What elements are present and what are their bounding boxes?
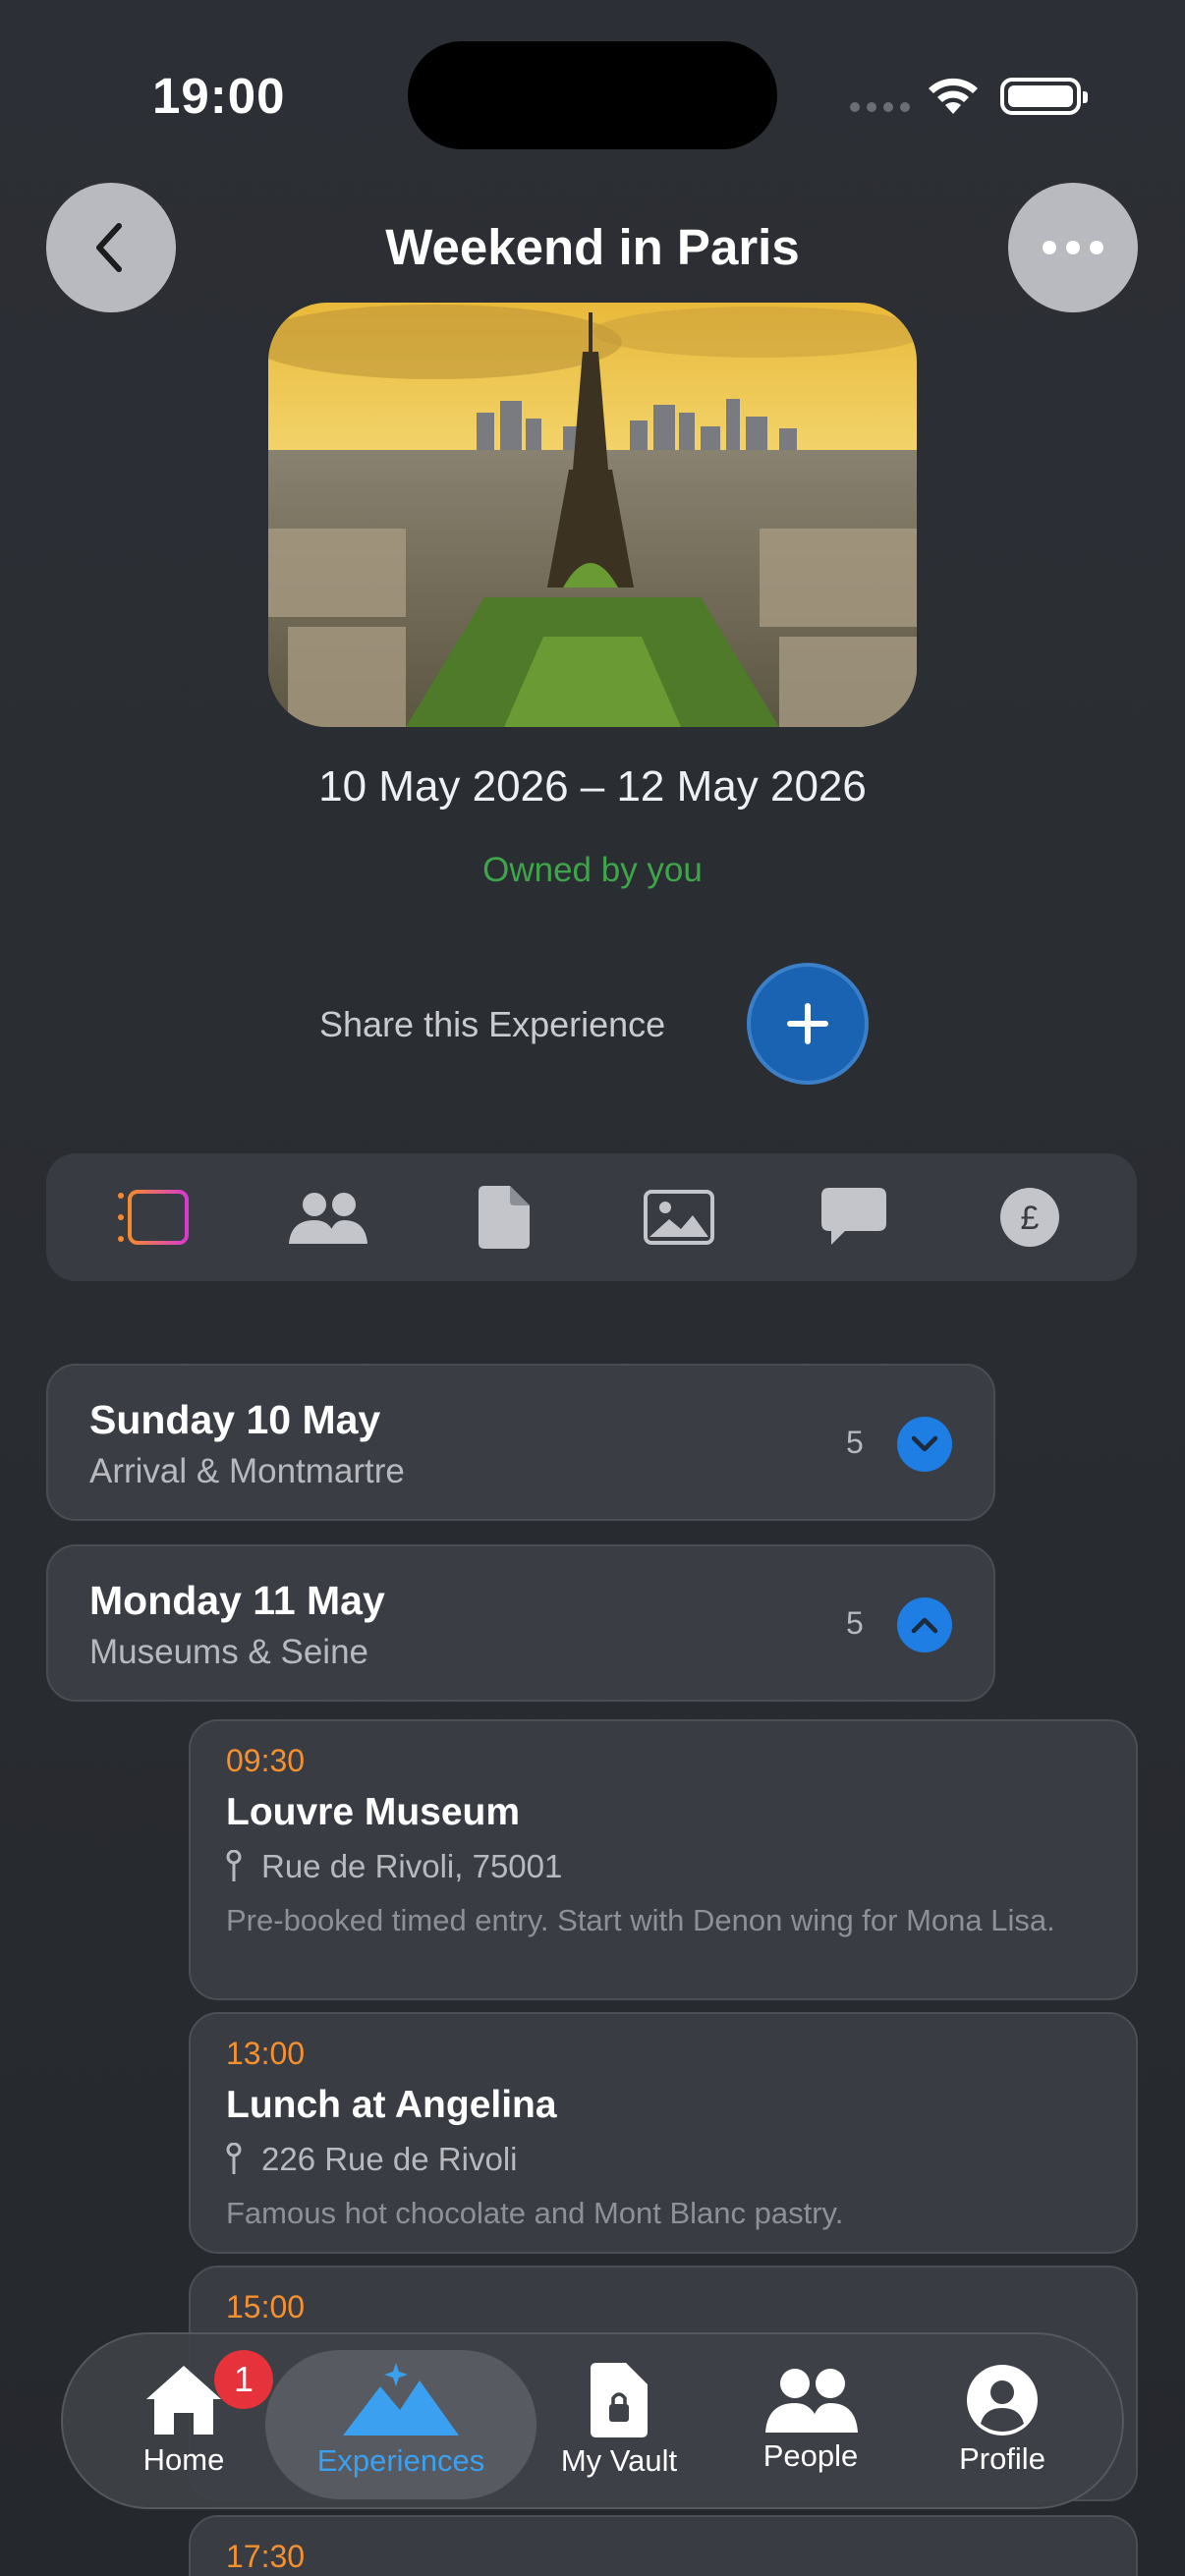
dynamic-island <box>408 41 777 149</box>
experience-cover-image <box>268 303 917 727</box>
day-subtitle: Museums & Seine <box>89 1633 369 1671</box>
itinerary-event-card[interactable]: 13:00 Lunch at Angelina 226 Rue de Rivol… <box>189 2012 1138 2254</box>
notification-badge: 1 <box>214 2350 273 2409</box>
document-icon <box>478 1186 530 1249</box>
tab-expenses[interactable]: £ <box>986 1178 1074 1257</box>
wifi-icon <box>929 78 978 114</box>
nav-profile-label: Profile <box>959 2441 1045 2476</box>
share-label: Share this Experience <box>319 1004 666 1044</box>
event-title: Louvre Museum <box>226 1791 521 1833</box>
itinerary-event-card[interactable]: 09:30 Louvre Museum Rue de Rivoli, 75001… <box>189 1719 1138 2000</box>
event-time: 17:30 <box>226 2539 306 2574</box>
tab-itinerary[interactable] <box>109 1178 198 1257</box>
experience-dates: 10 May 2026 – 12 May 2026 <box>318 762 867 811</box>
event-time: 13:00 <box>226 2036 306 2071</box>
battery-icon <box>1000 78 1088 115</box>
event-location-text: 226 Rue de Rivoli <box>261 2141 518 2177</box>
itinerary-event-card[interactable]: 17:30 <box>189 2515 1138 2576</box>
map-pin-icon <box>226 2143 242 2174</box>
day-item-count: 5 <box>846 1425 864 1460</box>
collapse-day-button[interactable] <box>897 1597 952 1652</box>
status-time: 19:00 <box>152 68 286 124</box>
profile-icon <box>967 2365 1038 2436</box>
map-pin-icon <box>226 1850 242 1881</box>
nav-home-label: Home <box>142 2442 225 2477</box>
people-icon <box>765 2369 858 2433</box>
nav-experiences-label: Experiences <box>316 2443 485 2478</box>
share-add-button[interactable] <box>747 963 869 1085</box>
nav-experiences[interactable]: Experiences <box>275 2332 527 2509</box>
event-location: 226 Rue de Rivoli <box>226 2141 1100 2178</box>
nav-people[interactable]: People <box>747 2332 875 2509</box>
mountains-icon <box>343 2363 459 2436</box>
event-location-text: Rue de Rivoli, 75001 <box>261 1848 563 1884</box>
day-item-count: 5 <box>846 1605 864 1641</box>
tab-people[interactable] <box>284 1178 372 1257</box>
nav-people-label: People <box>762 2438 859 2473</box>
svg-text:£: £ <box>1020 1200 1039 1237</box>
day-card[interactable]: Monday 11 May Museums & Seine 5 <box>46 1544 995 1702</box>
day-title: Monday 11 May <box>89 1578 385 1623</box>
ownership-label: Owned by you <box>482 851 703 889</box>
nav-my-vault-label: My Vault <box>560 2443 678 2478</box>
ellipsis-icon <box>1043 241 1103 254</box>
chevron-down-icon <box>911 1435 938 1452</box>
photo-icon <box>644 1190 715 1245</box>
tab-documents[interactable] <box>460 1178 548 1257</box>
more-options-button[interactable] <box>1008 183 1138 312</box>
nav-profile[interactable]: Profile <box>938 2332 1066 2509</box>
event-note: Pre-booked timed entry. Start with Denon… <box>226 1903 1055 1937</box>
chat-icon <box>821 1188 887 1245</box>
cellular-signal-icon <box>850 102 910 112</box>
chevron-up-icon <box>911 1617 938 1634</box>
day-card[interactable]: Sunday 10 May Arrival & Montmartre 5 <box>46 1364 995 1521</box>
pound-icon: £ <box>999 1188 1059 1247</box>
day-subtitle: Arrival & Montmartre <box>89 1452 405 1490</box>
event-note: Famous hot chocolate and Mont Blanc past… <box>226 2196 844 2230</box>
people-icon <box>289 1193 368 1244</box>
day-title: Sunday 10 May <box>89 1397 381 1442</box>
itinerary-icon <box>118 1190 190 1245</box>
event-title: Lunch at Angelina <box>226 2084 557 2126</box>
event-location: Rue de Rivoli, 75001 <box>226 1848 1100 1885</box>
plus-icon <box>787 1003 828 1044</box>
event-time: 09:30 <box>226 1743 306 1778</box>
home-icon <box>146 2366 221 2435</box>
tab-chat[interactable] <box>810 1178 898 1257</box>
event-time: 15:00 <box>226 2289 306 2324</box>
tab-photos[interactable] <box>635 1178 723 1257</box>
expand-day-button[interactable] <box>897 1417 952 1472</box>
experience-tab-bar: £ <box>46 1153 1137 1281</box>
nav-my-vault[interactable]: My Vault <box>550 2332 688 2509</box>
locked-document-icon <box>591 2363 648 2437</box>
